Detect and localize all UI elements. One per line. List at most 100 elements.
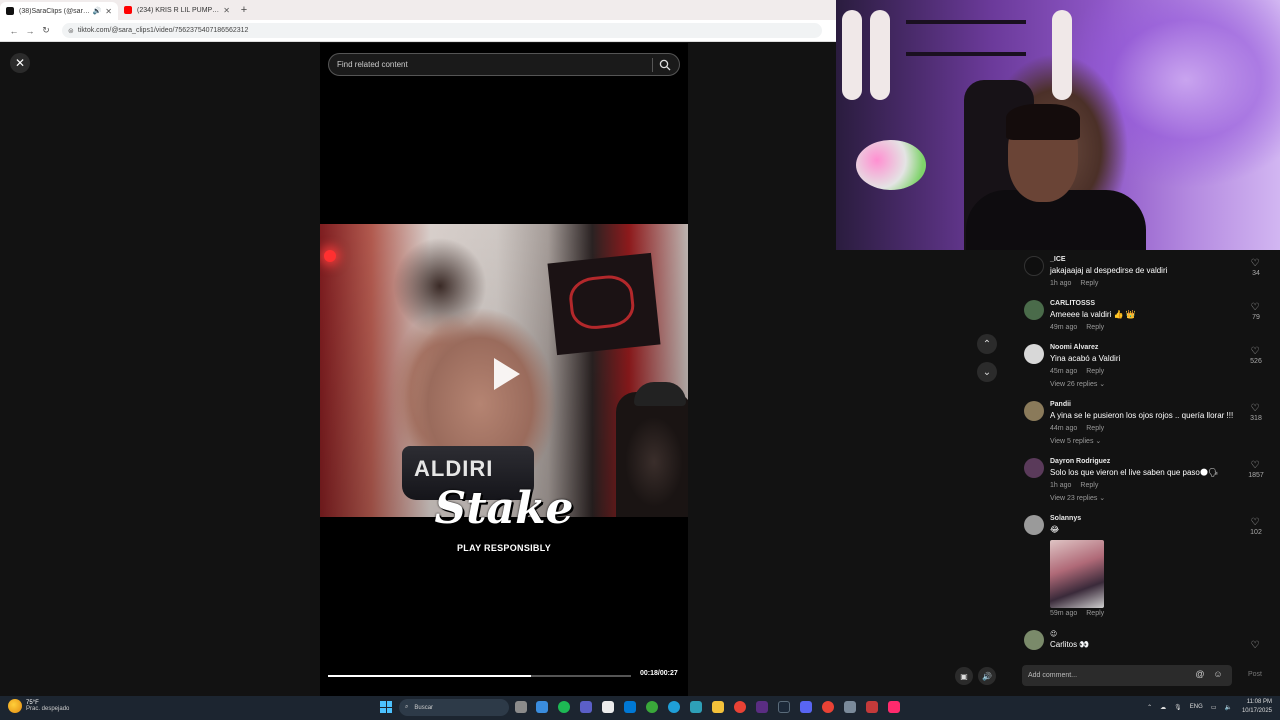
taskbar-search[interactable]: ⌕ Buscar bbox=[399, 699, 509, 716]
tab-tiktok[interactable]: (38)SaraClips (@sara_clips1) 🔊 ✕ bbox=[0, 2, 118, 20]
xbox-icon[interactable] bbox=[646, 701, 658, 713]
microphone-icon[interactable]: 🎙 bbox=[1174, 704, 1182, 711]
stake-logo: Stake bbox=[434, 483, 574, 534]
chevron-up-icon[interactable]: ⌃ bbox=[1147, 704, 1152, 711]
discord-icon[interactable] bbox=[800, 701, 812, 713]
comment-meta: 45m ago Reply bbox=[1050, 368, 1104, 375]
heart-icon[interactable]: ♡ bbox=[1249, 460, 1261, 471]
avatar[interactable] bbox=[1024, 515, 1044, 535]
photos-icon[interactable] bbox=[690, 701, 702, 713]
reply-button[interactable]: Reply bbox=[1080, 280, 1098, 287]
avatar[interactable] bbox=[1024, 401, 1044, 421]
close-icon[interactable]: ✕ bbox=[10, 53, 30, 73]
avatar[interactable] bbox=[1024, 344, 1044, 364]
tab-youtube[interactable]: (234) KRIS R LIL PUMP - YouTube ✕ bbox=[118, 0, 236, 20]
teams-icon[interactable] bbox=[580, 701, 592, 713]
language-indicator[interactable]: ENG bbox=[1190, 704, 1203, 710]
speaker-icon[interactable]: 🔊 bbox=[93, 7, 102, 15]
heart-icon[interactable]: ♡ bbox=[1249, 640, 1261, 651]
chrome-icon[interactable] bbox=[734, 701, 746, 713]
calendar-icon[interactable] bbox=[602, 701, 614, 713]
site-info-icon[interactable]: ⊜ bbox=[68, 27, 74, 35]
comment-user[interactable]: CARLITOSSS bbox=[1050, 300, 1095, 307]
chrome-icon[interactable] bbox=[822, 701, 834, 713]
avatar[interactable] bbox=[1024, 458, 1044, 478]
mention-icon[interactable]: @ bbox=[1194, 669, 1206, 681]
video-frame[interactable]: ALDIRI bbox=[320, 224, 688, 517]
kick-icon[interactable] bbox=[756, 701, 768, 713]
reply-button[interactable]: Reply bbox=[1086, 368, 1104, 375]
cloud-icon[interactable]: ☁ bbox=[1160, 704, 1166, 711]
timecode: 00:18/00:27 bbox=[640, 670, 678, 677]
reply-button[interactable]: Reply bbox=[1086, 324, 1104, 331]
emoji-icon[interactable]: ☺ bbox=[1212, 669, 1224, 681]
reply-button[interactable]: Reply bbox=[1086, 425, 1104, 432]
comment-user[interactable]: 😉 bbox=[1050, 630, 1057, 638]
back-icon[interactable]: ← bbox=[6, 26, 22, 36]
new-tab-button[interactable]: + bbox=[236, 0, 252, 20]
reload-icon[interactable]: ↻ bbox=[38, 25, 54, 36]
spotify-icon[interactable] bbox=[558, 701, 570, 713]
search-icon[interactable] bbox=[659, 59, 671, 71]
start-icon[interactable] bbox=[380, 701, 392, 713]
settings-icon[interactable] bbox=[844, 701, 856, 713]
heart-icon[interactable]: ♡ bbox=[1249, 258, 1261, 269]
comment-user[interactable]: Dayron Rodriguez bbox=[1050, 458, 1110, 465]
avatar[interactable] bbox=[1024, 300, 1044, 320]
play-icon[interactable] bbox=[494, 358, 520, 390]
comment-image[interactable] bbox=[1050, 540, 1104, 608]
chevron-up-icon[interactable]: ⌃ bbox=[977, 334, 997, 354]
comment-user[interactable]: Noomi Alvarez bbox=[1050, 344, 1098, 351]
chevron-down-icon[interactable]: ⌄ bbox=[977, 362, 997, 382]
task-view-icon[interactable] bbox=[515, 701, 527, 713]
outlook-icon[interactable] bbox=[624, 701, 636, 713]
tab-close-icon[interactable]: ✕ bbox=[223, 6, 230, 15]
comment-input[interactable]: Add comment... @ ☺ bbox=[1022, 665, 1232, 686]
heart-icon[interactable]: ♡ bbox=[1249, 302, 1261, 313]
forward-icon[interactable]: → bbox=[22, 26, 38, 36]
weather-widget[interactable]: 75°F Prac. despejado bbox=[8, 699, 69, 713]
tab-close-icon[interactable]: ✕ bbox=[105, 7, 112, 16]
view-replies-button[interactable]: View 5 replies ⌄ bbox=[1050, 437, 1101, 445]
comment-user[interactable]: _ICE bbox=[1050, 256, 1066, 263]
progress-bar[interactable] bbox=[328, 675, 631, 677]
sports-top-text: ALDIRI bbox=[414, 456, 494, 481]
heart-icon[interactable]: ♡ bbox=[1249, 346, 1261, 357]
captions-icon[interactable]: ▣ bbox=[955, 667, 973, 685]
url-text: tiktok.com/@sara_clips1/video/7562375407… bbox=[77, 27, 249, 34]
comment-meta: 1h ago Reply bbox=[1050, 280, 1098, 287]
post-button[interactable]: Post bbox=[1248, 671, 1262, 678]
url-field[interactable]: ⊜ tiktok.com/@sara_clips1/video/75623754… bbox=[62, 23, 822, 38]
tiktok-icon[interactable] bbox=[888, 701, 900, 713]
comment-user[interactable]: Solannys bbox=[1050, 515, 1081, 522]
comment-text: jakajaajaj al despedirse de valdiri bbox=[1050, 266, 1168, 275]
edge-icon[interactable] bbox=[668, 701, 680, 713]
video-player[interactable]: Find related content ALDIRI Stake PLAY R… bbox=[320, 43, 688, 696]
avatar[interactable] bbox=[1024, 630, 1044, 650]
obs-icon[interactable] bbox=[866, 701, 878, 713]
search-input[interactable]: Find related content bbox=[328, 53, 680, 76]
avatar[interactable] bbox=[1024, 256, 1044, 276]
comment-text: 😂 bbox=[1050, 525, 1060, 534]
address-bar-row: ← → ↻ ⊜ tiktok.com/@sara_clips1/video/75… bbox=[0, 20, 836, 42]
copilot-icon[interactable] bbox=[536, 701, 548, 713]
reply-button[interactable]: Reply bbox=[1086, 610, 1104, 617]
comment-time: 49m ago bbox=[1050, 324, 1078, 331]
weather-icon bbox=[8, 699, 22, 713]
comment-user[interactable]: Pandii bbox=[1050, 401, 1071, 408]
clock[interactable]: 11:08 PM 10/17/2025 bbox=[1242, 698, 1272, 716]
like-count: 1857 bbox=[1248, 472, 1264, 479]
skateboard-deck bbox=[842, 10, 862, 100]
volume-icon[interactable]: 🔊 bbox=[978, 667, 996, 685]
volume-icon[interactable]: 🔈 bbox=[1224, 704, 1231, 711]
file-explorer-icon[interactable] bbox=[712, 701, 724, 713]
view-replies-button[interactable]: View 23 replies ⌄ bbox=[1050, 494, 1105, 502]
heart-icon[interactable]: ♡ bbox=[1249, 517, 1261, 528]
plush-toy bbox=[856, 140, 926, 190]
reply-button[interactable]: Reply bbox=[1080, 482, 1098, 489]
heart-icon[interactable]: ♡ bbox=[1249, 403, 1261, 414]
skateboard-deck bbox=[1052, 10, 1072, 100]
view-replies-button[interactable]: View 26 replies ⌄ bbox=[1050, 380, 1105, 388]
steam-icon[interactable] bbox=[778, 701, 790, 713]
network-icon[interactable]: ▭ bbox=[1211, 704, 1217, 711]
